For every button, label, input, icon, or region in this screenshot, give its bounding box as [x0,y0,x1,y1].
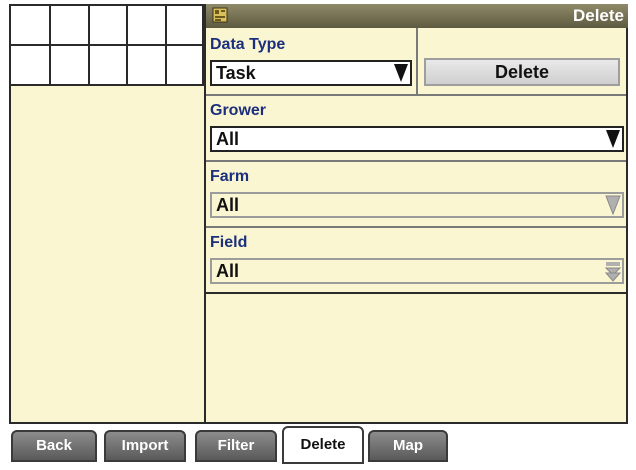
data-type-value: Task [216,63,256,83]
dropdown-arrow-icon [605,195,621,216]
farm-label: Farm [210,168,250,185]
tab-filter[interactable]: Filter [195,430,277,462]
data-type-label: Data Type [210,36,286,53]
field-value: All [216,261,240,281]
left-info-panel [9,86,208,424]
shortcut-cell[interactable] [167,46,204,86]
shortcut-cell[interactable] [11,46,51,86]
shortcut-cell[interactable] [51,6,90,46]
grower-dropdown[interactable]: All [210,126,624,152]
delete-panel: Delete Data Type Task Delete Grower All [204,4,628,424]
farm-value: All [216,195,240,215]
shortcut-grid [9,4,206,86]
grower-value: All [216,129,240,149]
shortcut-cell[interactable] [128,6,167,46]
tab-back[interactable]: Back [11,430,97,462]
field-section: Field All [206,228,626,294]
title-bar: Delete [206,4,628,28]
grower-section: Grower All [206,96,626,162]
field-dropdown[interactable]: All [210,258,624,284]
dropdown-arrow-icon [606,130,620,148]
shortcut-cell[interactable] [51,46,90,86]
dropdown-arrow-icon [392,62,410,84]
farm-dropdown[interactable]: All [210,192,624,218]
delete-button[interactable]: Delete [424,58,620,86]
tab-bar: Back Import Filter Delete Map [9,424,629,464]
data-type-dropdown[interactable]: Task [210,60,412,86]
screen: Delete Data Type Task Delete Grower All [0,0,636,470]
data-icon [212,7,228,23]
shortcut-cell[interactable] [11,6,51,46]
shortcut-cell[interactable] [90,6,128,46]
section-divider [206,292,626,294]
shortcut-cell[interactable] [128,46,167,86]
field-label: Field [210,234,248,251]
page-title: Delete [572,6,624,25]
tab-delete[interactable]: Delete [282,426,364,464]
dropdown-arrow-double-icon [604,262,622,282]
shortcut-cell[interactable] [167,6,204,46]
shortcut-cell[interactable] [90,46,128,86]
tab-import[interactable]: Import [104,430,186,462]
tab-map[interactable]: Map [368,430,448,462]
grower-label: Grower [210,102,267,119]
farm-section: Farm All [206,162,626,228]
column-divider [416,28,418,96]
